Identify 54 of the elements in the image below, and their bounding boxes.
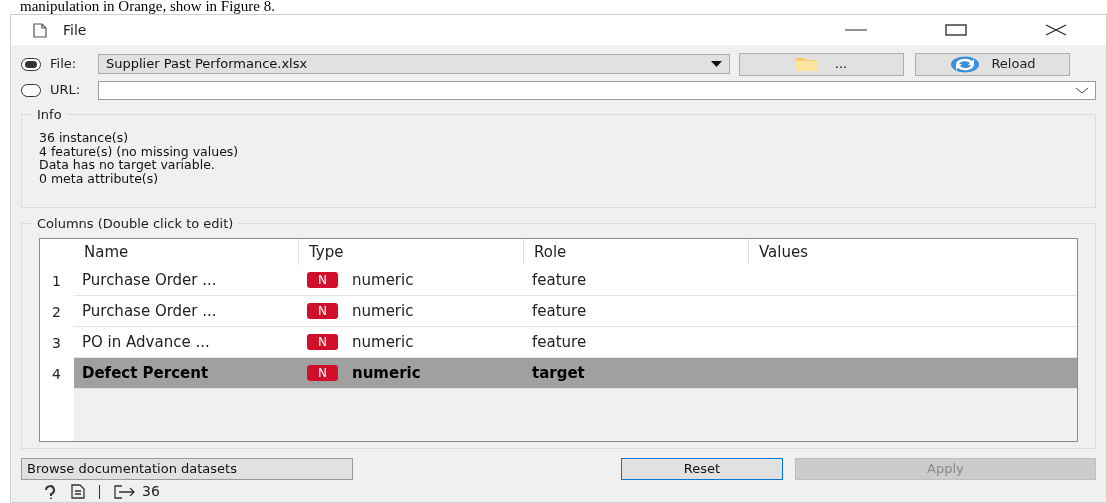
group-title: Info: [32, 107, 67, 122]
info-text: 36 instance(s): [39, 131, 130, 145]
numeric-badge: N: [307, 334, 338, 350]
table-cell-text: numeric: [352, 362, 421, 384]
browse-button[interactable]: Browse documentation datasets: [21, 458, 354, 480]
row-number: 4: [51, 365, 62, 384]
table-row[interactable]: Purchase Order ... N numeric feature: [74, 296, 1077, 327]
table-cell-text: numeric: [352, 331, 414, 353]
info-text: 0 meta attribute(s): [39, 171, 160, 185]
help-icon: [43, 484, 57, 499]
table-cell-text: PO in Advance ...: [81, 331, 211, 353]
document-text: manipulation in Orange, show in Figure 8.: [19, 0, 276, 14]
info-text: 4 feature(s) (no missing values): [39, 144, 240, 158]
folder-icon: [795, 57, 817, 71]
table-cell-text: numeric: [352, 269, 414, 291]
table-cell-text: feature: [531, 331, 588, 353]
caret-icon: [711, 61, 722, 67]
file-dropdown[interactable]: Supplier Past Performance.xlsx: [98, 54, 730, 74]
table-cell-text: target: [531, 362, 586, 384]
field-label: File:: [50, 55, 78, 74]
group-title: Columns (Double click to edit): [32, 216, 239, 231]
document-icon: [71, 484, 85, 499]
table-cell-text: feature: [531, 300, 588, 322]
radio-button[interactable]: [21, 57, 41, 71]
chevron-down-icon: [1075, 86, 1089, 94]
window-title: File: [63, 20, 87, 40]
column-header[interactable]: Values: [749, 239, 1077, 265]
table-row[interactable]: PO in Advance ... N numeric feature: [74, 327, 1077, 358]
table-row[interactable]: Defect Percent N numeric target: [74, 358, 1077, 389]
reload-button[interactable]: Reload: [915, 52, 1070, 76]
reset-button[interactable]: Reset: [621, 458, 783, 480]
refresh-icon: [949, 55, 982, 73]
document-icon: [33, 22, 47, 38]
table-cell-text: Purchase Order ...: [81, 269, 218, 291]
table-cell-text: numeric: [352, 300, 414, 322]
numeric-badge: N: [307, 272, 338, 288]
row-number: 1: [51, 272, 62, 291]
field-label: URL:: [50, 81, 82, 100]
browse-button[interactable]: ...: [739, 52, 904, 76]
numeric-badge: N: [307, 365, 338, 381]
table-cell-text: Defect Percent: [81, 362, 210, 384]
row-number: 3: [51, 334, 62, 353]
table-cell-text: feature: [531, 269, 588, 291]
numeric-badge: N: [307, 303, 338, 319]
table-cell-text: Purchase Order ...: [81, 300, 218, 322]
close-icon: [1045, 24, 1067, 36]
maximize-icon: [945, 24, 967, 36]
info-text: Data has no target variable.: [39, 158, 216, 172]
row-number: 2: [51, 303, 62, 322]
output-count: 36: [142, 484, 160, 499]
table-row[interactable]: Purchase Order ... N numeric feature: [74, 265, 1077, 296]
url-field[interactable]: [98, 80, 1096, 100]
output-icon: [114, 484, 136, 499]
radio-button[interactable]: [21, 83, 41, 97]
